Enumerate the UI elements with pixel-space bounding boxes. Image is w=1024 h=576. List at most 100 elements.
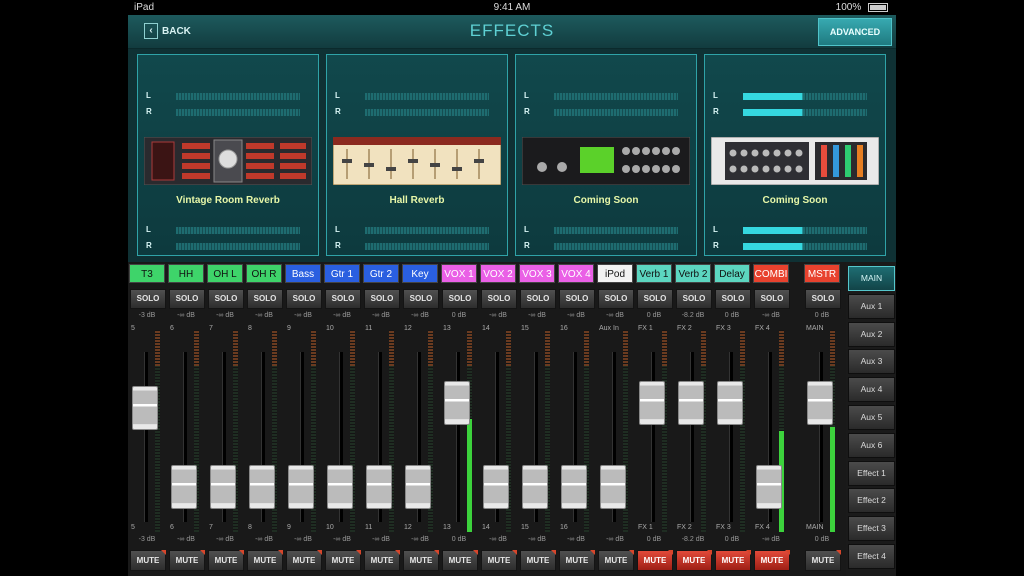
solo-button[interactable]: SOLO: [325, 289, 361, 309]
solo-button[interactable]: SOLO: [754, 289, 790, 309]
channel-name[interactable]: MSTR: [804, 264, 840, 283]
fader-knob[interactable]: [132, 386, 158, 431]
channel-name[interactable]: Gtr 2: [363, 264, 399, 283]
fader-knob[interactable]: [600, 465, 626, 510]
fader-knob[interactable]: [405, 465, 431, 510]
solo-button[interactable]: SOLO: [442, 289, 478, 309]
solo-button[interactable]: SOLO: [130, 289, 166, 309]
fader-knob[interactable]: [288, 465, 314, 510]
mute-button[interactable]: MUTE: [676, 550, 712, 571]
level-meter-r: R: [713, 241, 881, 251]
fader-knob[interactable]: [366, 465, 392, 510]
fader-track: [690, 352, 694, 522]
effect-slot-4[interactable]: L R L R Coming Soon: [704, 54, 886, 256]
effect-slot-2[interactable]: L R L R Hall Reverb: [326, 54, 508, 256]
level-bar: [176, 243, 300, 250]
fader-knob[interactable]: [171, 465, 197, 510]
mute-button[interactable]: MUTE: [805, 550, 841, 571]
bus-button-effect-4[interactable]: Effect 4: [848, 544, 895, 569]
mute-button[interactable]: MUTE: [481, 550, 517, 571]
bus-button-aux-3[interactable]: Aux 3: [848, 349, 895, 375]
channel-name[interactable]: Gtr 1: [324, 264, 360, 283]
bus-button-main[interactable]: MAIN: [848, 266, 895, 291]
advanced-button[interactable]: ADVANCED: [818, 18, 892, 46]
fader-knob[interactable]: [444, 380, 470, 425]
solo-button[interactable]: SOLO: [481, 289, 517, 309]
effect-slot-3[interactable]: L R L R Coming Soon: [515, 54, 697, 256]
fader-knob[interactable]: [639, 380, 665, 425]
bus-button-aux-2[interactable]: Aux 2: [848, 321, 895, 347]
fader-knob[interactable]: [327, 465, 353, 510]
solo-button[interactable]: SOLO: [247, 289, 283, 309]
solo-button[interactable]: SOLO: [559, 289, 595, 309]
gain-readout: 0 dB: [814, 312, 830, 319]
bus-button-effect-2[interactable]: Effect 2: [848, 488, 895, 514]
mute-button[interactable]: MUTE: [520, 550, 556, 571]
mute-button[interactable]: MUTE: [286, 550, 322, 571]
solo-button[interactable]: SOLO: [676, 289, 712, 309]
mute-button[interactable]: MUTE: [715, 550, 751, 571]
mute-button[interactable]: MUTE: [442, 550, 478, 571]
fader-knob[interactable]: [717, 380, 743, 425]
solo-button[interactable]: SOLO: [715, 289, 751, 309]
solo-button[interactable]: SOLO: [169, 289, 205, 309]
solo-button[interactable]: SOLO: [208, 289, 244, 309]
fader-knob[interactable]: [522, 465, 548, 510]
channel-name[interactable]: VOX 4: [558, 264, 594, 283]
mute-button[interactable]: MUTE: [637, 550, 673, 571]
mute-button[interactable]: MUTE: [364, 550, 400, 571]
fader-knob[interactable]: [561, 465, 587, 510]
channel-name[interactable]: Verb 2: [675, 264, 711, 283]
mute-button[interactable]: MUTE: [247, 550, 283, 571]
solo-button[interactable]: SOLO: [520, 289, 556, 309]
channel-name[interactable]: OH L: [207, 264, 243, 283]
channel-name[interactable]: T3: [129, 264, 165, 283]
channel-name[interactable]: Bass: [285, 264, 321, 283]
channel-name[interactable]: COMBI: [753, 264, 789, 283]
solo-button[interactable]: SOLO: [637, 289, 673, 309]
bus-button-aux-5[interactable]: Aux 5: [848, 405, 895, 430]
fader-knob[interactable]: [249, 465, 275, 510]
bus-button-aux-6[interactable]: Aux 6: [848, 432, 895, 458]
solo-button[interactable]: SOLO: [403, 289, 439, 309]
solo-button[interactable]: SOLO: [598, 289, 634, 309]
channel-name[interactable]: iPod: [597, 264, 633, 283]
channel-number: FX 1: [638, 325, 653, 332]
mute-button[interactable]: MUTE: [559, 550, 595, 571]
mute-button[interactable]: MUTE: [598, 550, 634, 571]
fader-knob[interactable]: [210, 465, 236, 510]
mute-button[interactable]: MUTE: [130, 550, 166, 571]
fader-knob[interactable]: [483, 465, 509, 510]
bus-button-effect-1[interactable]: Effect 1: [848, 460, 895, 486]
solo-button[interactable]: SOLO: [805, 289, 841, 309]
mute-button[interactable]: MUTE: [403, 550, 439, 571]
solo-button[interactable]: SOLO: [364, 289, 400, 309]
mute-button[interactable]: MUTE: [169, 550, 205, 571]
signal-meter: [467, 330, 472, 532]
channel-name[interactable]: VOX 1: [441, 264, 477, 283]
gain-readout-bottom: 0 dB: [814, 536, 830, 543]
channel-name[interactable]: Delay: [714, 264, 750, 283]
bus-button-aux-4[interactable]: Aux 4: [848, 377, 895, 403]
channel-name[interactable]: VOX 3: [519, 264, 555, 283]
mute-button[interactable]: MUTE: [208, 550, 244, 571]
effect-slot-1[interactable]: L R L R Vintage Room Reverb: [137, 54, 319, 256]
channel-name[interactable]: HH: [168, 264, 204, 283]
signal-meter: [662, 330, 667, 532]
channel-name[interactable]: VOX 2: [480, 264, 516, 283]
mute-button[interactable]: MUTE: [325, 550, 361, 571]
fader-knob[interactable]: [807, 380, 833, 425]
mute-button[interactable]: MUTE: [754, 550, 790, 571]
fader-knob[interactable]: [756, 465, 782, 510]
bus-button-aux-1[interactable]: Aux 1: [848, 293, 895, 319]
channel-name[interactable]: Key: [402, 264, 438, 283]
solo-button[interactable]: SOLO: [286, 289, 322, 309]
gain-readout: -∞ dB: [528, 312, 546, 319]
bus-button-effect-3[interactable]: Effect 3: [848, 516, 895, 542]
fader-knob[interactable]: [678, 380, 704, 425]
level-meter-l: L: [713, 225, 881, 235]
meter-channel-label: R: [524, 241, 530, 250]
gain-readout: -∞ dB: [255, 312, 273, 319]
channel-name[interactable]: Verb 1: [636, 264, 672, 283]
channel-name[interactable]: OH R: [246, 264, 282, 283]
